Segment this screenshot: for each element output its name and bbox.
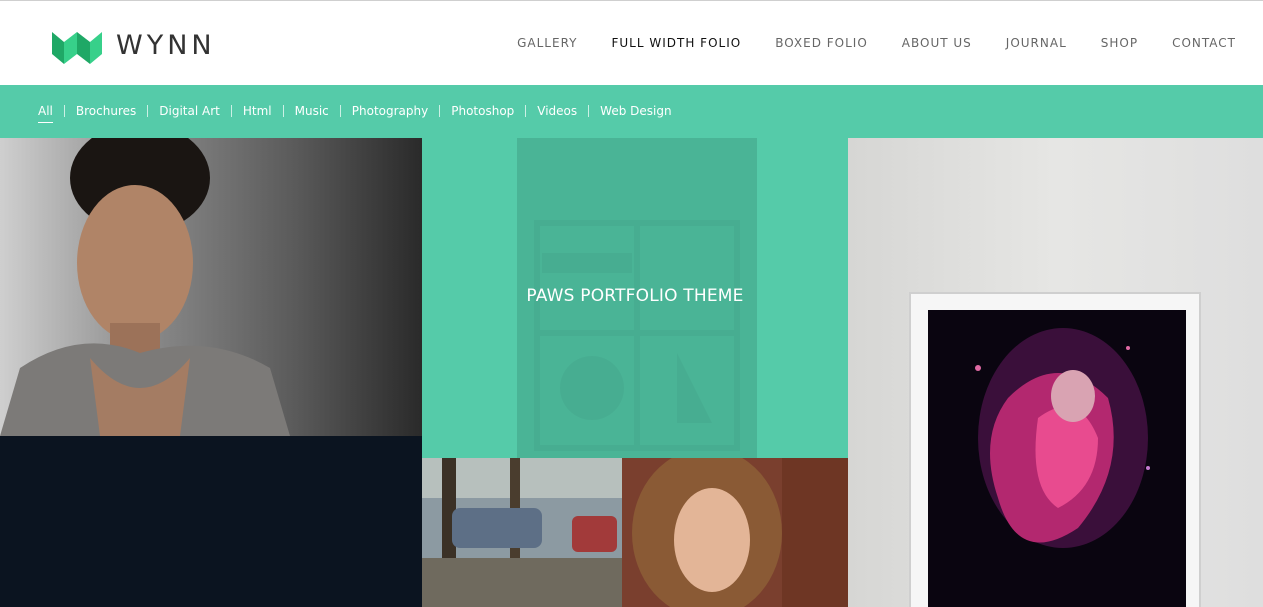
logo-text: WYNN xyxy=(116,29,216,61)
portfolio-item-title: PAWS PORTFOLIO THEME xyxy=(526,286,744,306)
filter-separator xyxy=(282,105,284,117)
nav-item-boxed-folio[interactable]: BOXED FOLIO xyxy=(775,36,868,50)
portrait-image xyxy=(0,138,290,436)
portfolio-item-street-portrait[interactable] xyxy=(422,458,848,607)
filter-bar: All Brochures Digital Art Html Music Photogra… xyxy=(0,85,1263,138)
nav-item-gallery[interactable]: GALLERY xyxy=(517,36,577,50)
filter-list: All Brochures Digital Art Html Music Photogra… xyxy=(38,104,672,123)
filter-brochures[interactable]: Brochures xyxy=(76,104,136,118)
nav-item-shop[interactable]: SHOP xyxy=(1101,36,1138,50)
filter-separator xyxy=(63,105,65,117)
portfolio-item-portrait[interactable] xyxy=(0,138,422,436)
filter-photoshop[interactable]: Photoshop xyxy=(451,104,514,118)
filter-music[interactable]: Music xyxy=(295,104,329,118)
portfolio-item-paws[interactable]: PAWS PORTFOLIO THEME xyxy=(422,138,848,458)
filter-separator xyxy=(439,105,441,117)
filter-html[interactable]: Html xyxy=(243,104,272,118)
portfolio-item-dark[interactable] xyxy=(0,436,422,607)
nav-item-journal[interactable]: JOURNAL xyxy=(1006,36,1067,50)
framed-art-image xyxy=(909,292,1201,607)
filter-photography[interactable]: Photography xyxy=(352,104,428,118)
filter-separator xyxy=(339,105,341,117)
logo[interactable]: WYNN xyxy=(52,25,222,65)
filter-web-design[interactable]: Web Design xyxy=(600,104,671,118)
main-nav: GALLERY FULL WIDTH FOLIO BOXED FOLIO ABOUT … xyxy=(483,36,1236,50)
nav-item-full-width-folio[interactable]: FULL WIDTH FOLIO xyxy=(611,36,741,50)
nav-item-about-us[interactable]: ABOUT US xyxy=(902,36,972,50)
filter-all[interactable]: All xyxy=(38,104,53,123)
site-header: WYNN GALLERY FULL WIDTH FOLIO BOXED FOLIO A… xyxy=(0,0,1263,85)
portfolio-item-framed-art[interactable] xyxy=(848,138,1263,607)
filter-separator xyxy=(147,105,149,117)
filter-separator xyxy=(588,105,590,117)
filter-digital-art[interactable]: Digital Art xyxy=(159,104,220,118)
filter-separator xyxy=(525,105,527,117)
logo-icon xyxy=(52,32,102,64)
filter-separator xyxy=(230,105,232,117)
filter-videos[interactable]: Videos xyxy=(537,104,577,118)
nav-item-contact[interactable]: CONTACT xyxy=(1172,36,1236,50)
street-portrait-image xyxy=(422,458,848,607)
